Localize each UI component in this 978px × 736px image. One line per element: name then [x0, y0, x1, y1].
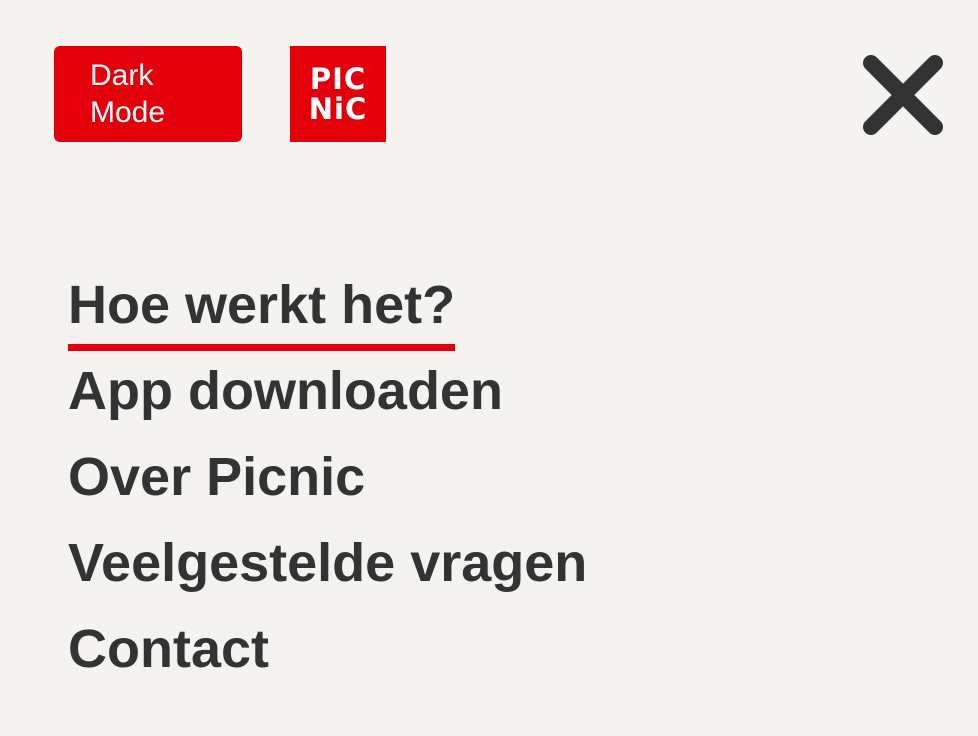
nav-item-label: Over Picnic [68, 447, 366, 507]
dark-mode-button[interactable]: Dark Mode [54, 46, 242, 142]
close-menu-button[interactable] [856, 48, 950, 142]
nav-item-label: Contact [68, 619, 269, 679]
nav-item-app-downloaden[interactable]: App downloaden [68, 351, 587, 437]
logo-line1: PIC [309, 62, 367, 96]
nav-item-label: App downloaden [68, 361, 503, 421]
nav-item-over-picnic[interactable]: Over Picnic [68, 437, 587, 523]
nav-item-label: Veelgestelde vragen [68, 533, 588, 593]
main-menu: Hoe werkt het? App downloaden Over Picni… [68, 265, 587, 695]
nav-item-contact[interactable]: Contact [68, 609, 587, 695]
picnic-logo[interactable]: PIC NiC [290, 46, 386, 142]
logo-line2: NiC [308, 92, 368, 126]
nav-item-hoe-werkt-het[interactable]: Hoe werkt het? [68, 265, 587, 351]
dark-mode-label-line1: Dark [90, 59, 154, 92]
nav-item-veelgestelde-vragen[interactable]: Veelgestelde vragen [68, 523, 587, 609]
dark-mode-label-line2: Mode [90, 96, 166, 129]
header: Dark Mode PIC NiC [0, 0, 978, 160]
close-icon [863, 55, 943, 135]
nav-item-label: Hoe werkt het? [68, 265, 456, 351]
